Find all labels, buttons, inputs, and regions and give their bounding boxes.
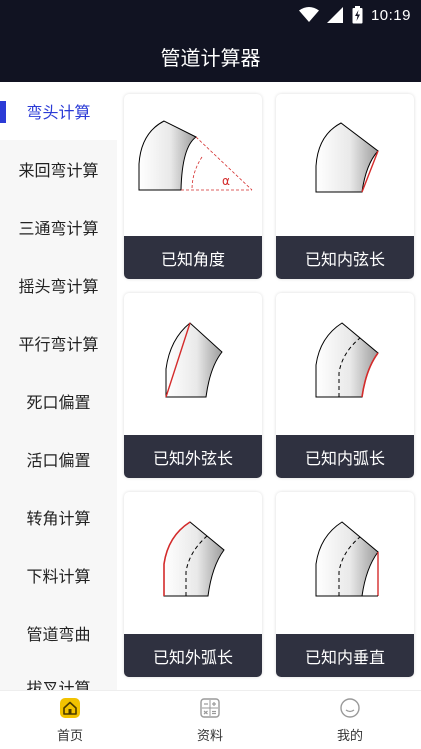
card-label: 已知角度	[124, 236, 262, 279]
nav-label: 我的	[336, 729, 363, 744]
sidebar-item-corner[interactable]: 转角计算	[0, 488, 117, 546]
sidebar-item-fixed-offset[interactable]: 死口偏置	[0, 372, 117, 430]
sidebar-item-label: 拔叉计算	[26, 680, 91, 690]
card-known-inner-chord[interactable]: 已知内弦长	[276, 94, 414, 279]
sidebar-item-label: 死口偏置	[26, 393, 91, 412]
status-time: 10:19	[370, 6, 411, 24]
card-known-inner-arc[interactable]: 已知内弧长	[276, 293, 414, 478]
elbow-inner-chord-diagram	[315, 122, 379, 193]
sidebar-item-label: 弯头计算	[26, 103, 91, 122]
home-icon	[60, 698, 80, 718]
nav-label: 首页	[56, 729, 83, 744]
sidebar-item-label: 活口偏置	[26, 451, 91, 470]
card-label: 已知内垂直	[276, 634, 414, 677]
elbow-options-grid: α 已知角度 已知内弦长 已知外弦长 已知内弧长 已知外弧长 已知内垂直	[117, 82, 421, 690]
user-face-icon	[340, 698, 360, 718]
card-known-outer-arc[interactable]: 已知外弧长	[124, 492, 262, 677]
sidebar-item-live-offset[interactable]: 活口偏置	[0, 430, 117, 488]
calculator-icon	[200, 698, 220, 718]
card-label: 已知内弦长	[276, 236, 414, 279]
nav-profile[interactable]: 我的	[300, 691, 400, 749]
sidebar-item-label: 来回弯计算	[18, 161, 99, 180]
elbow-outer-chord-diagram	[165, 322, 223, 398]
signal-icon	[326, 7, 343, 23]
sidebar-item-swing-bend[interactable]: 摇头弯计算	[0, 256, 117, 314]
card-known-angle[interactable]: α 已知角度	[124, 94, 262, 279]
sidebar-item-parallel-bend[interactable]: 平行弯计算	[0, 314, 117, 372]
nav-materials[interactable]: 资料	[160, 691, 260, 749]
status-bar: 10:19	[0, 0, 421, 30]
wifi-icon	[298, 7, 319, 22]
sidebar-item-cutting[interactable]: 下料计算	[0, 546, 117, 604]
active-indicator	[0, 101, 6, 123]
nav-home[interactable]: 首页	[20, 691, 120, 749]
card-known-outer-chord[interactable]: 已知外弦长	[124, 293, 262, 478]
nav-label: 资料	[196, 729, 223, 744]
sidebar-item-label: 摇头弯计算	[18, 277, 99, 296]
card-label: 已知内弧长	[276, 435, 414, 478]
sidebar-item-return-bend[interactable]: 来回弯计算	[0, 140, 117, 198]
sidebar-item-label: 三通弯计算	[18, 219, 99, 238]
card-label: 已知外弧长	[124, 634, 262, 677]
battery-icon	[352, 6, 363, 24]
sidebar-item-fork[interactable]: 拔叉计算	[0, 680, 117, 690]
sidebar-item-label: 平行弯计算	[18, 335, 99, 354]
sidebar: 弯头计算 来回弯计算 三通弯计算 摇头弯计算 平行弯计算 死口偏置 活口偏置 转…	[0, 82, 117, 690]
elbow-inner-vertical-diagram	[315, 521, 379, 597]
elbow-inner-arc-diagram	[315, 322, 379, 398]
card-known-inner-vertical[interactable]: 已知内垂直	[276, 492, 414, 677]
sidebar-item-label: 管道弯曲	[26, 625, 91, 644]
sidebar-item-tee-bend[interactable]: 三通弯计算	[0, 198, 117, 256]
app-header: 管道计算器	[0, 30, 421, 82]
sidebar-item-pipe-bending[interactable]: 管道弯曲	[0, 604, 117, 662]
sidebar-item-elbow[interactable]: 弯头计算	[0, 82, 117, 140]
status-icons: 10:19	[298, 5, 411, 25]
angle-symbol: α	[222, 174, 230, 188]
elbow-outer-arc-diagram	[163, 521, 225, 597]
page-title: 管道计算器	[160, 46, 261, 70]
sidebar-item-label: 转角计算	[26, 509, 91, 528]
sidebar-item-label: 下料计算	[26, 567, 91, 586]
elbow-angle-diagram: α	[138, 120, 253, 191]
card-label: 已知外弦长	[124, 435, 262, 478]
bottom-nav: 首页 资料 我的	[0, 690, 421, 749]
